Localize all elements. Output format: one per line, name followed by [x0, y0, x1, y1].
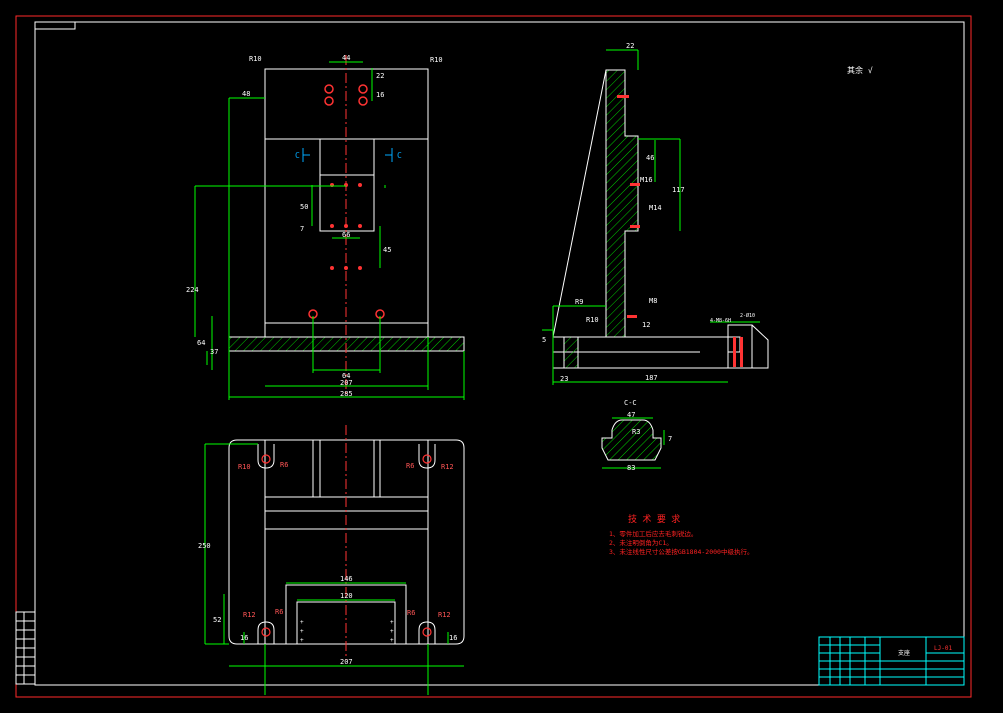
tech-item-3: 3、未注线性尺寸公差按GB1804-2000中级执行。: [609, 547, 753, 556]
section-hatch: [601, 419, 662, 461]
top-view: + + + + + + R10 R6 R6 R12 250 146 120 52 R12…: [198, 425, 465, 695]
dim-45: 45: [383, 246, 391, 254]
section-dim-83: 83: [627, 464, 635, 472]
dim-r12-br: R12: [438, 611, 451, 619]
dim-207: 207: [340, 379, 353, 387]
dim-r6-tr: R6: [406, 462, 414, 470]
dim-23: 23: [560, 375, 568, 383]
dim-m16: M16: [640, 176, 653, 184]
dim-207-top: 207: [340, 658, 353, 666]
dim-r10-tl: R10: [238, 463, 251, 471]
dim-4m8: 4-M8-6H: [710, 318, 731, 324]
section-view: C-C 47 R3 7 83: [601, 399, 672, 472]
dim-m8: M8: [649, 297, 657, 305]
cad-drawing: 44 22 16 48 R10 R10 50 7 66 45 224 64 37…: [15, 15, 972, 698]
dim-12-side: 12: [642, 321, 650, 329]
top-dim-lines: [204, 443, 464, 695]
section-title: C-C: [624, 399, 637, 407]
section-mark-left: C: [295, 151, 300, 160]
section-dim-47: 47: [627, 411, 635, 419]
binding-strip: [15, 611, 36, 685]
corner-tab: [34, 21, 76, 30]
dim-22: 22: [376, 72, 384, 80]
svg-text:+: +: [390, 619, 394, 626]
dim-120: 120: [340, 592, 353, 600]
svg-text:+: +: [390, 628, 394, 635]
top-hole-marks: + + + + + +: [300, 619, 394, 644]
dim-7: 7: [300, 225, 304, 233]
section-mark-right: C: [397, 151, 402, 160]
outer-border: [15, 15, 972, 698]
section-dim-7: 7: [668, 435, 672, 443]
drawing-no: LJ-01: [934, 645, 952, 652]
dim-64-left: 64: [197, 339, 205, 347]
tech-title: 技 术 要 求: [628, 513, 680, 525]
dim-66: 66: [342, 231, 350, 239]
part-name: 支座: [898, 649, 910, 657]
dim-117: 117: [672, 186, 685, 194]
dim-16-right: 16: [449, 634, 457, 642]
dim-50: 50: [300, 203, 308, 211]
svg-text:+: +: [300, 637, 304, 644]
side-dim-lines: [542, 49, 760, 385]
dim-22-side: 22: [626, 42, 634, 50]
dim-285: 285: [340, 390, 353, 398]
technical-requirements: 技 术 要 求 1、零件加工后应去毛刺锐边。 2、未注明倒角为C1。 3、未注线…: [609, 513, 753, 556]
dim-48: 48: [242, 90, 250, 98]
inner-border: [34, 21, 965, 686]
dim-r12-bl: R12: [243, 611, 256, 619]
dim-46-side: 46: [646, 154, 654, 162]
dim-224: 224: [186, 286, 199, 294]
dim-r10-right: R10: [430, 56, 443, 64]
dim-187: 187: [645, 374, 658, 382]
side-rib-hatch: [605, 69, 639, 338]
dim-r10-side: R10: [586, 316, 599, 324]
dim-r10-left: R10: [249, 55, 262, 63]
dim-52: 52: [213, 616, 221, 624]
section-dim-r3: R3: [632, 428, 640, 436]
tech-item-1: 1、零件加工后应去毛刺锐边。: [609, 529, 697, 538]
dim-16-left: 16: [240, 634, 248, 642]
dim-r6-br: R6: [407, 609, 415, 617]
svg-text:+: +: [300, 619, 304, 626]
surface-note: 其余 √: [847, 65, 873, 75]
front-view: 44 22 16 48 R10 R10 50 7 66 45 224 64 37…: [186, 54, 465, 400]
side-view: 22 46 117 M16 M14 R9 R10 M8 12 5 23 187 …: [542, 42, 769, 385]
dim-250: 250: [198, 542, 211, 550]
dim-16: 16: [376, 91, 384, 99]
dim-5: 5: [542, 336, 546, 344]
dim-r12-tr: R12: [441, 463, 454, 471]
dim-44: 44: [342, 54, 350, 62]
svg-text:+: +: [390, 637, 394, 644]
dim-2phi10: 2-Ø10: [740, 312, 755, 319]
svg-text:+: +: [300, 628, 304, 635]
dim-r6-bl: R6: [275, 608, 283, 616]
dim-r6-tl: R6: [280, 461, 288, 469]
dim-146: 146: [340, 575, 353, 583]
side-base-hatch: [563, 336, 579, 369]
section-arrows: [302, 148, 393, 162]
dim-37: 37: [210, 348, 218, 356]
tech-item-2: 2、未注明倒角为C1。: [609, 538, 673, 547]
dim-m14: M14: [649, 204, 662, 212]
dim-r9: R9: [575, 298, 583, 306]
